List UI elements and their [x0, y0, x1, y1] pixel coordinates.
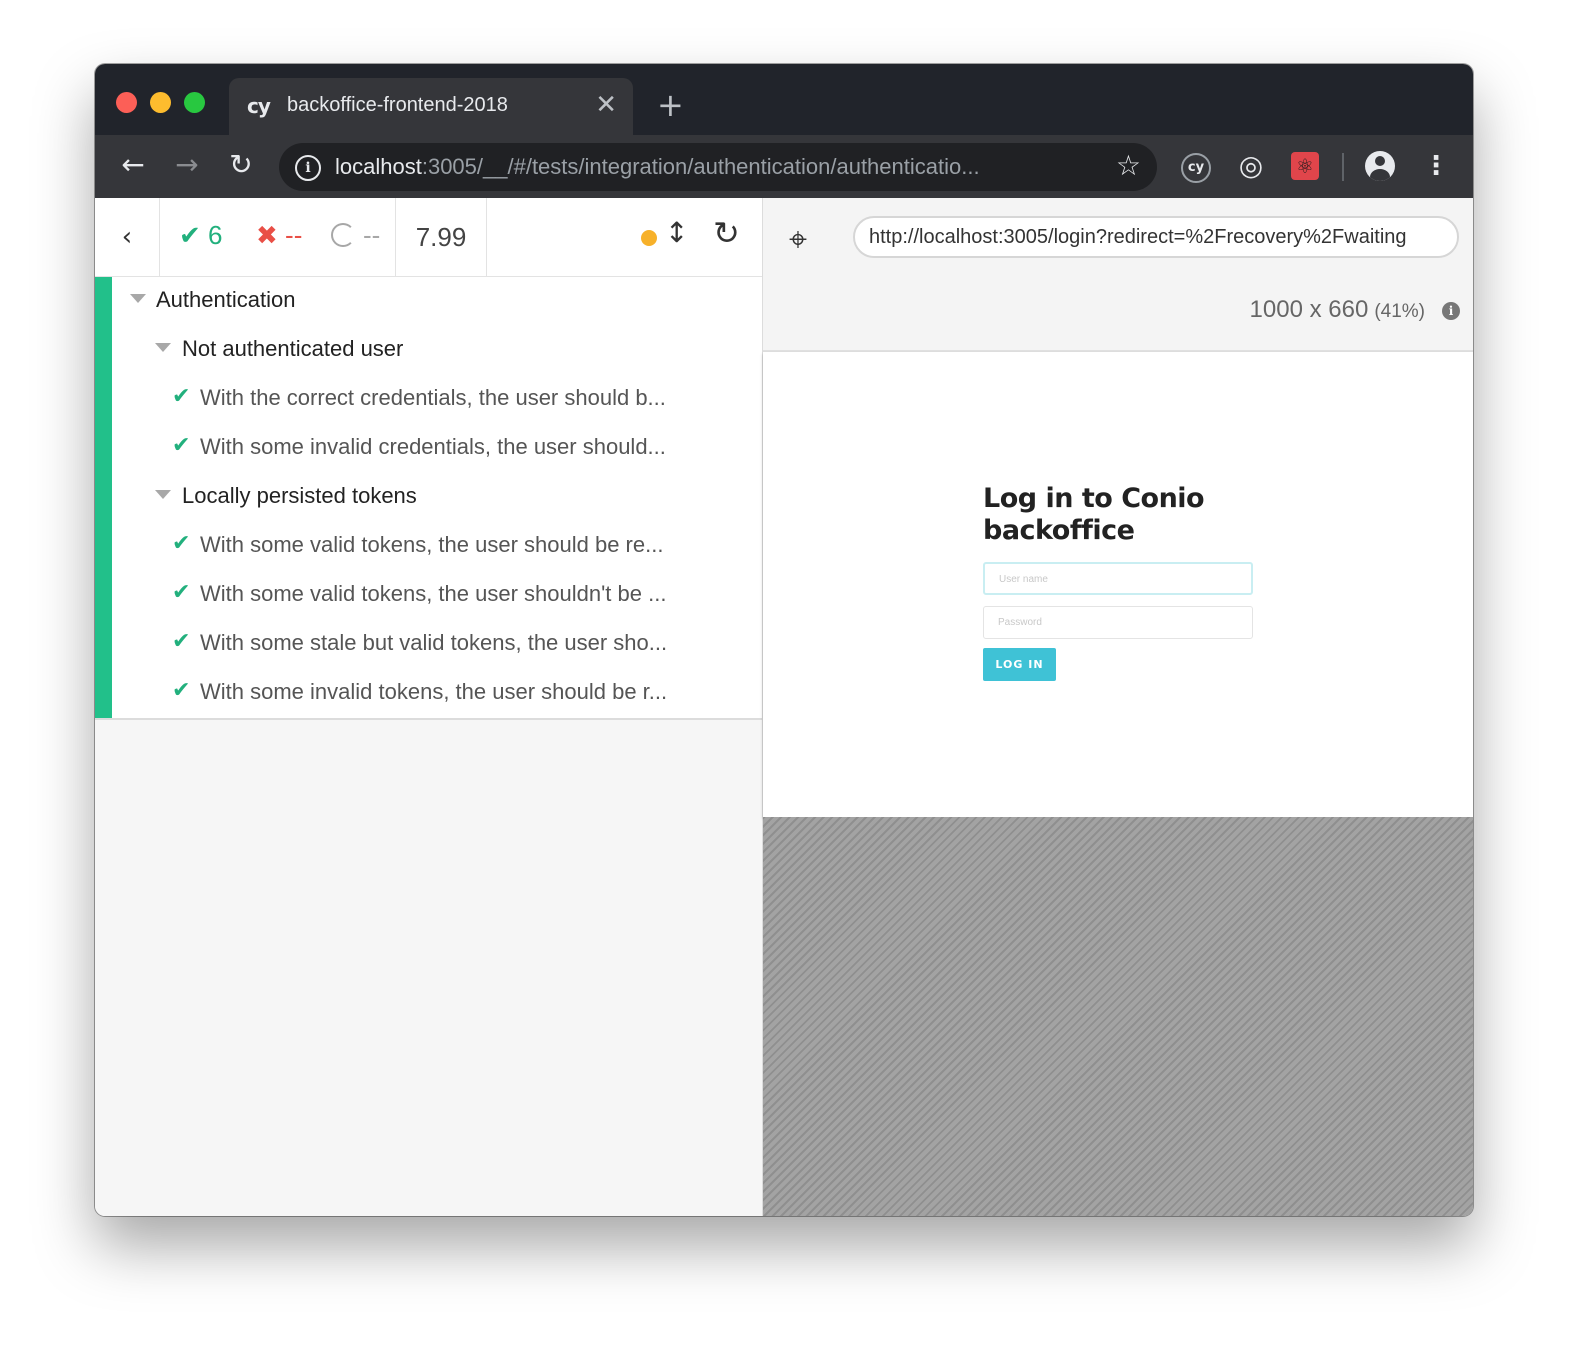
- viewport-scale: (41%): [1374, 301, 1425, 322]
- preview-url-text: http://localhost:3005/login?redirect=%2F…: [869, 226, 1407, 248]
- restart-tests-button[interactable]: ↻: [713, 214, 740, 252]
- passed-check-icon: ✔: [172, 678, 191, 703]
- failed-count: --: [285, 220, 303, 250]
- profile-avatar-icon[interactable]: [1365, 151, 1395, 181]
- login-title: Log in to Conio backoffice: [983, 483, 1205, 546]
- viewport-size: 1000 x 660 (41%): [1250, 296, 1425, 324]
- failed-x-icon: ✖: [256, 221, 278, 251]
- toolbar-divider: [1342, 153, 1344, 181]
- collapse-caret-icon[interactable]: [130, 294, 146, 303]
- reporter-header: ‹ ✔ 6 ✖ -- -- 7.99 ↕ ↻: [95, 198, 762, 277]
- pending-spinner-icon: [331, 223, 355, 247]
- test-item[interactable]: ✔ With some invalid credentials, the use…: [112, 424, 762, 473]
- pending-count: --: [363, 220, 381, 250]
- group-title: Not authenticated user: [182, 336, 404, 361]
- test-title: With some valid tokens, the user should …: [200, 532, 664, 557]
- test-list: Authentication Not authenticated user ✔ …: [95, 277, 762, 720]
- minimize-window-button[interactable]: [150, 92, 171, 113]
- maximize-window-button[interactable]: [184, 92, 205, 113]
- reload-button[interactable]: ↻: [223, 147, 259, 183]
- tab-close-icon[interactable]: ✕: [595, 90, 617, 120]
- passed-check-icon: ✔: [172, 629, 191, 654]
- test-title: With some invalid tokens, the user shoul…: [200, 679, 668, 704]
- app-under-test-frame: Log in to Conio backoffice User name Pas…: [763, 352, 1473, 817]
- suite-title: Authentication: [156, 287, 296, 312]
- url-host: localhost: [335, 154, 422, 179]
- target-extension-icon[interactable]: ◎: [1236, 151, 1266, 181]
- group-title: Locally persisted tokens: [182, 483, 417, 508]
- test-reporter: ‹ ✔ 6 ✖ -- -- 7.99 ↕ ↻ Authentication No…: [95, 198, 763, 1216]
- forward-button[interactable]: →: [169, 147, 205, 183]
- address-bar[interactable]: i localhost:3005/__/#/tests/integration/…: [279, 143, 1157, 191]
- run-duration: 7.99: [395, 198, 487, 276]
- new-tab-button[interactable]: +: [657, 86, 684, 124]
- pending-stat: --: [331, 220, 380, 251]
- browser-window: cy backoffice-frontend-2018 ✕ + ← → ↻ i …: [95, 64, 1473, 1216]
- collapse-caret-icon[interactable]: [155, 490, 171, 499]
- browser-menu-icon[interactable]: ⋮: [1421, 151, 1451, 181]
- title-bar: cy backoffice-frontend-2018 ✕ +: [95, 64, 1473, 135]
- viewport-dimensions: 1000 x 660: [1249, 296, 1369, 323]
- failed-stat: ✖ --: [256, 220, 302, 251]
- tab-title: backoffice-frontend-2018: [287, 94, 508, 116]
- password-input[interactable]: Password: [983, 606, 1253, 639]
- cypress-extension-icon[interactable]: cy: [1181, 153, 1211, 183]
- passed-check-icon: ✔: [172, 531, 191, 556]
- test-item[interactable]: ✔ With some valid tokens, the user shoul…: [112, 571, 762, 620]
- cypress-favicon-icon: cy: [247, 94, 271, 118]
- preview-header: ⌖ http://localhost:3005/login?redirect=%…: [763, 198, 1473, 352]
- site-info-icon[interactable]: i: [295, 155, 321, 181]
- group-locally-persisted-tokens[interactable]: Locally persisted tokens: [112, 473, 762, 522]
- passed-check-icon: ✔: [172, 433, 191, 458]
- collapse-caret-icon[interactable]: [155, 343, 171, 352]
- username-input[interactable]: User name: [983, 562, 1253, 595]
- test-item[interactable]: ✔ With some invalid tokens, the user sho…: [112, 669, 762, 718]
- test-title: With some stale but valid tokens, the us…: [200, 630, 668, 655]
- app-preview: ⌖ http://localhost:3005/login?redirect=%…: [763, 198, 1473, 1216]
- run-status-dot-icon: [641, 230, 657, 246]
- address-url[interactable]: localhost:3005/__/#/tests/integration/au…: [335, 154, 1095, 180]
- viewport-info-icon[interactable]: i: [1442, 302, 1460, 320]
- test-title: With some valid tokens, the user shouldn…: [200, 581, 667, 606]
- suite-status-bar: [95, 277, 112, 718]
- close-window-button[interactable]: [116, 92, 137, 113]
- test-title: With some invalid credentials, the user …: [200, 434, 666, 459]
- url-path: :3005/__/#/tests/integration/authenticat…: [421, 154, 980, 179]
- passed-stat: ✔ 6: [179, 220, 223, 251]
- test-title: With the correct credentials, the user s…: [200, 385, 666, 410]
- bookmark-star-icon[interactable]: ☆: [1116, 149, 1141, 182]
- preview-url-field[interactable]: http://localhost:3005/login?redirect=%2F…: [853, 216, 1459, 258]
- browser-tab[interactable]: cy backoffice-frontend-2018 ✕: [229, 78, 633, 135]
- autoscroll-toggle-icon[interactable]: ↕: [665, 216, 688, 249]
- empty-viewport-area: [763, 817, 1473, 1216]
- specs-back-button[interactable]: ‹: [95, 198, 160, 276]
- selector-playground-icon[interactable]: ⌖: [789, 220, 807, 259]
- passed-check-icon: ✔: [172, 384, 191, 409]
- group-not-authenticated-user[interactable]: Not authenticated user: [112, 326, 762, 375]
- suite-authentication[interactable]: Authentication: [112, 277, 762, 326]
- login-button[interactable]: LOG IN: [983, 648, 1056, 681]
- passed-check-icon: ✔: [179, 221, 201, 251]
- back-button[interactable]: ←: [115, 147, 151, 183]
- passed-check-icon: ✔: [172, 580, 191, 605]
- react-devtools-icon[interactable]: ⚛: [1291, 152, 1319, 180]
- test-item[interactable]: ✔ With the correct credentials, the user…: [112, 375, 762, 424]
- passed-count: 6: [208, 220, 223, 250]
- test-item[interactable]: ✔ With some stale but valid tokens, the …: [112, 620, 762, 669]
- test-item[interactable]: ✔ With some valid tokens, the user shoul…: [112, 522, 762, 571]
- browser-toolbar: ← → ↻ i localhost:3005/__/#/tests/integr…: [95, 135, 1473, 198]
